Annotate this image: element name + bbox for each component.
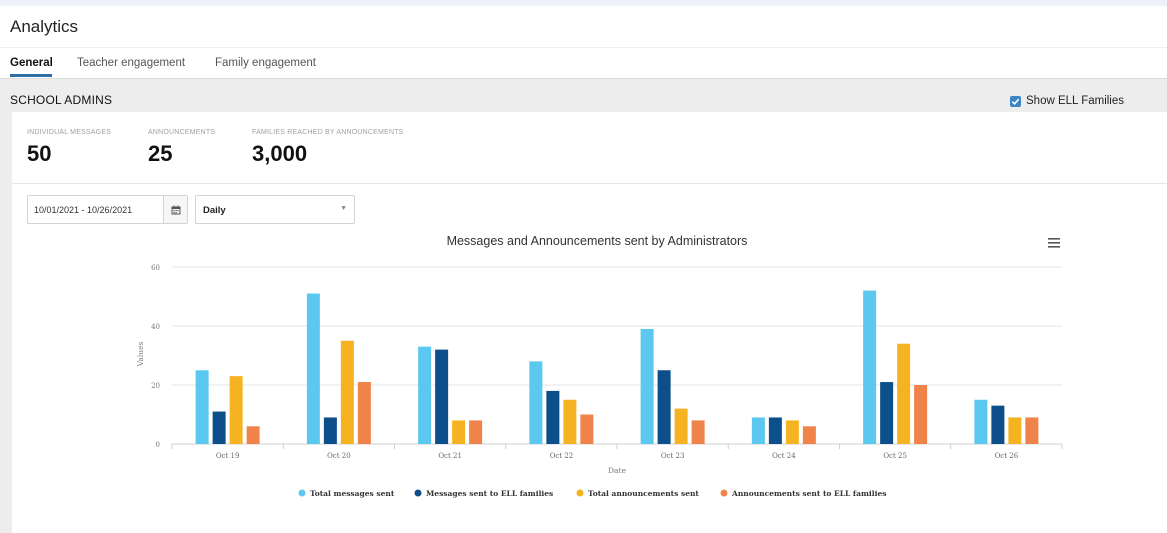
hamburger-menu-icon[interactable]	[1046, 236, 1062, 250]
legend-swatch	[414, 489, 422, 497]
chart-title: Messages and Announcements sent by Admin…	[447, 234, 748, 248]
bar	[469, 420, 483, 444]
bar	[914, 385, 928, 444]
bar	[340, 340, 354, 444]
checkbox-checked[interactable]	[1010, 95, 1021, 107]
legend-label: Announcements sent to ELL families	[731, 489, 886, 498]
x-axis-label: Date	[608, 466, 626, 475]
bar	[751, 417, 765, 444]
bar	[229, 376, 243, 444]
legend-item[interactable]: Announcements sent to ELL families	[720, 489, 887, 498]
analytics-panel: INDIVIDUAL MESSAGES 50 ANNOUNCEMENTS 25 …	[12, 112, 1167, 533]
section-title: SCHOOL ADMINS	[10, 93, 113, 107]
bar	[802, 426, 816, 444]
legend-item[interactable]: Total messages sent	[298, 489, 395, 498]
legend-label: Total messages sent	[310, 489, 395, 498]
bar	[640, 328, 654, 444]
bar	[974, 399, 988, 444]
tab-family-engagement[interactable]: Family engagement	[215, 57, 316, 69]
bar	[897, 343, 911, 444]
bar	[1008, 417, 1022, 444]
y-tick-label: 20	[151, 382, 160, 390]
bar	[580, 414, 594, 444]
bar	[768, 417, 782, 444]
legend-item[interactable]: Messages sent to ELL families	[414, 489, 554, 498]
chart-container: Messages and Announcements sent by Admin…	[12, 112, 1167, 533]
top-strip	[0, 0, 1167, 6]
bar	[529, 361, 543, 444]
legend-swatch	[576, 489, 584, 497]
page-title: Analytics	[10, 17, 79, 36]
bar	[323, 417, 337, 444]
panel-gutter	[0, 112, 12, 533]
bar-chart: Messages and Announcements sent by Admin…	[136, 234, 1063, 498]
bar	[691, 420, 705, 444]
bar	[785, 420, 799, 444]
legend-swatch	[720, 489, 728, 497]
bar	[212, 411, 226, 444]
legend-label: Messages sent to ELL families	[426, 489, 553, 498]
x-tick-label: Oct 21	[438, 452, 462, 460]
bar	[306, 293, 320, 444]
bar	[435, 349, 449, 444]
x-tick-label: Oct 19	[216, 452, 240, 460]
bar	[452, 420, 466, 444]
bar	[563, 399, 577, 444]
show-ell-families-label: Show ELL Families	[1026, 95, 1125, 107]
bar	[880, 382, 894, 444]
x-tick-label: Oct 20	[327, 452, 351, 460]
bar	[991, 405, 1005, 444]
legend-swatch	[298, 489, 306, 497]
bar	[674, 408, 688, 444]
bar	[246, 426, 260, 444]
x-tick-label: Oct 22	[550, 452, 574, 460]
section-header: SCHOOL ADMINS Show ELL Families	[0, 78, 1167, 112]
checkmark-icon	[1011, 98, 1020, 105]
x-tick-label: Oct 23	[661, 452, 685, 460]
bar	[195, 370, 209, 444]
x-tick-label: Oct 24	[772, 452, 796, 460]
bar	[863, 290, 877, 444]
bar	[418, 346, 432, 444]
show-ell-families-toggle[interactable]: Show ELL Families	[1010, 95, 1124, 107]
bar	[546, 390, 560, 444]
bar	[1025, 417, 1039, 444]
x-tick-label: Oct 26	[995, 452, 1019, 460]
tab-teacher-engagement[interactable]: Teacher engagement	[77, 57, 185, 69]
y-axis-label: Values	[136, 341, 145, 367]
bar	[657, 370, 671, 444]
tab-bar: General Teacher engagement Family engage…	[0, 47, 1167, 78]
y-tick-label: 60	[151, 264, 160, 272]
y-tick-label: 40	[151, 323, 160, 331]
x-tick-label: Oct 25	[883, 452, 907, 460]
legend-label: Total announcements sent	[588, 489, 699, 498]
active-tab-indicator	[10, 74, 52, 77]
legend-item[interactable]: Total announcements sent	[576, 489, 700, 498]
tab-general[interactable]: General	[10, 57, 53, 69]
y-tick-label: 0	[156, 441, 160, 449]
bar	[357, 382, 371, 444]
